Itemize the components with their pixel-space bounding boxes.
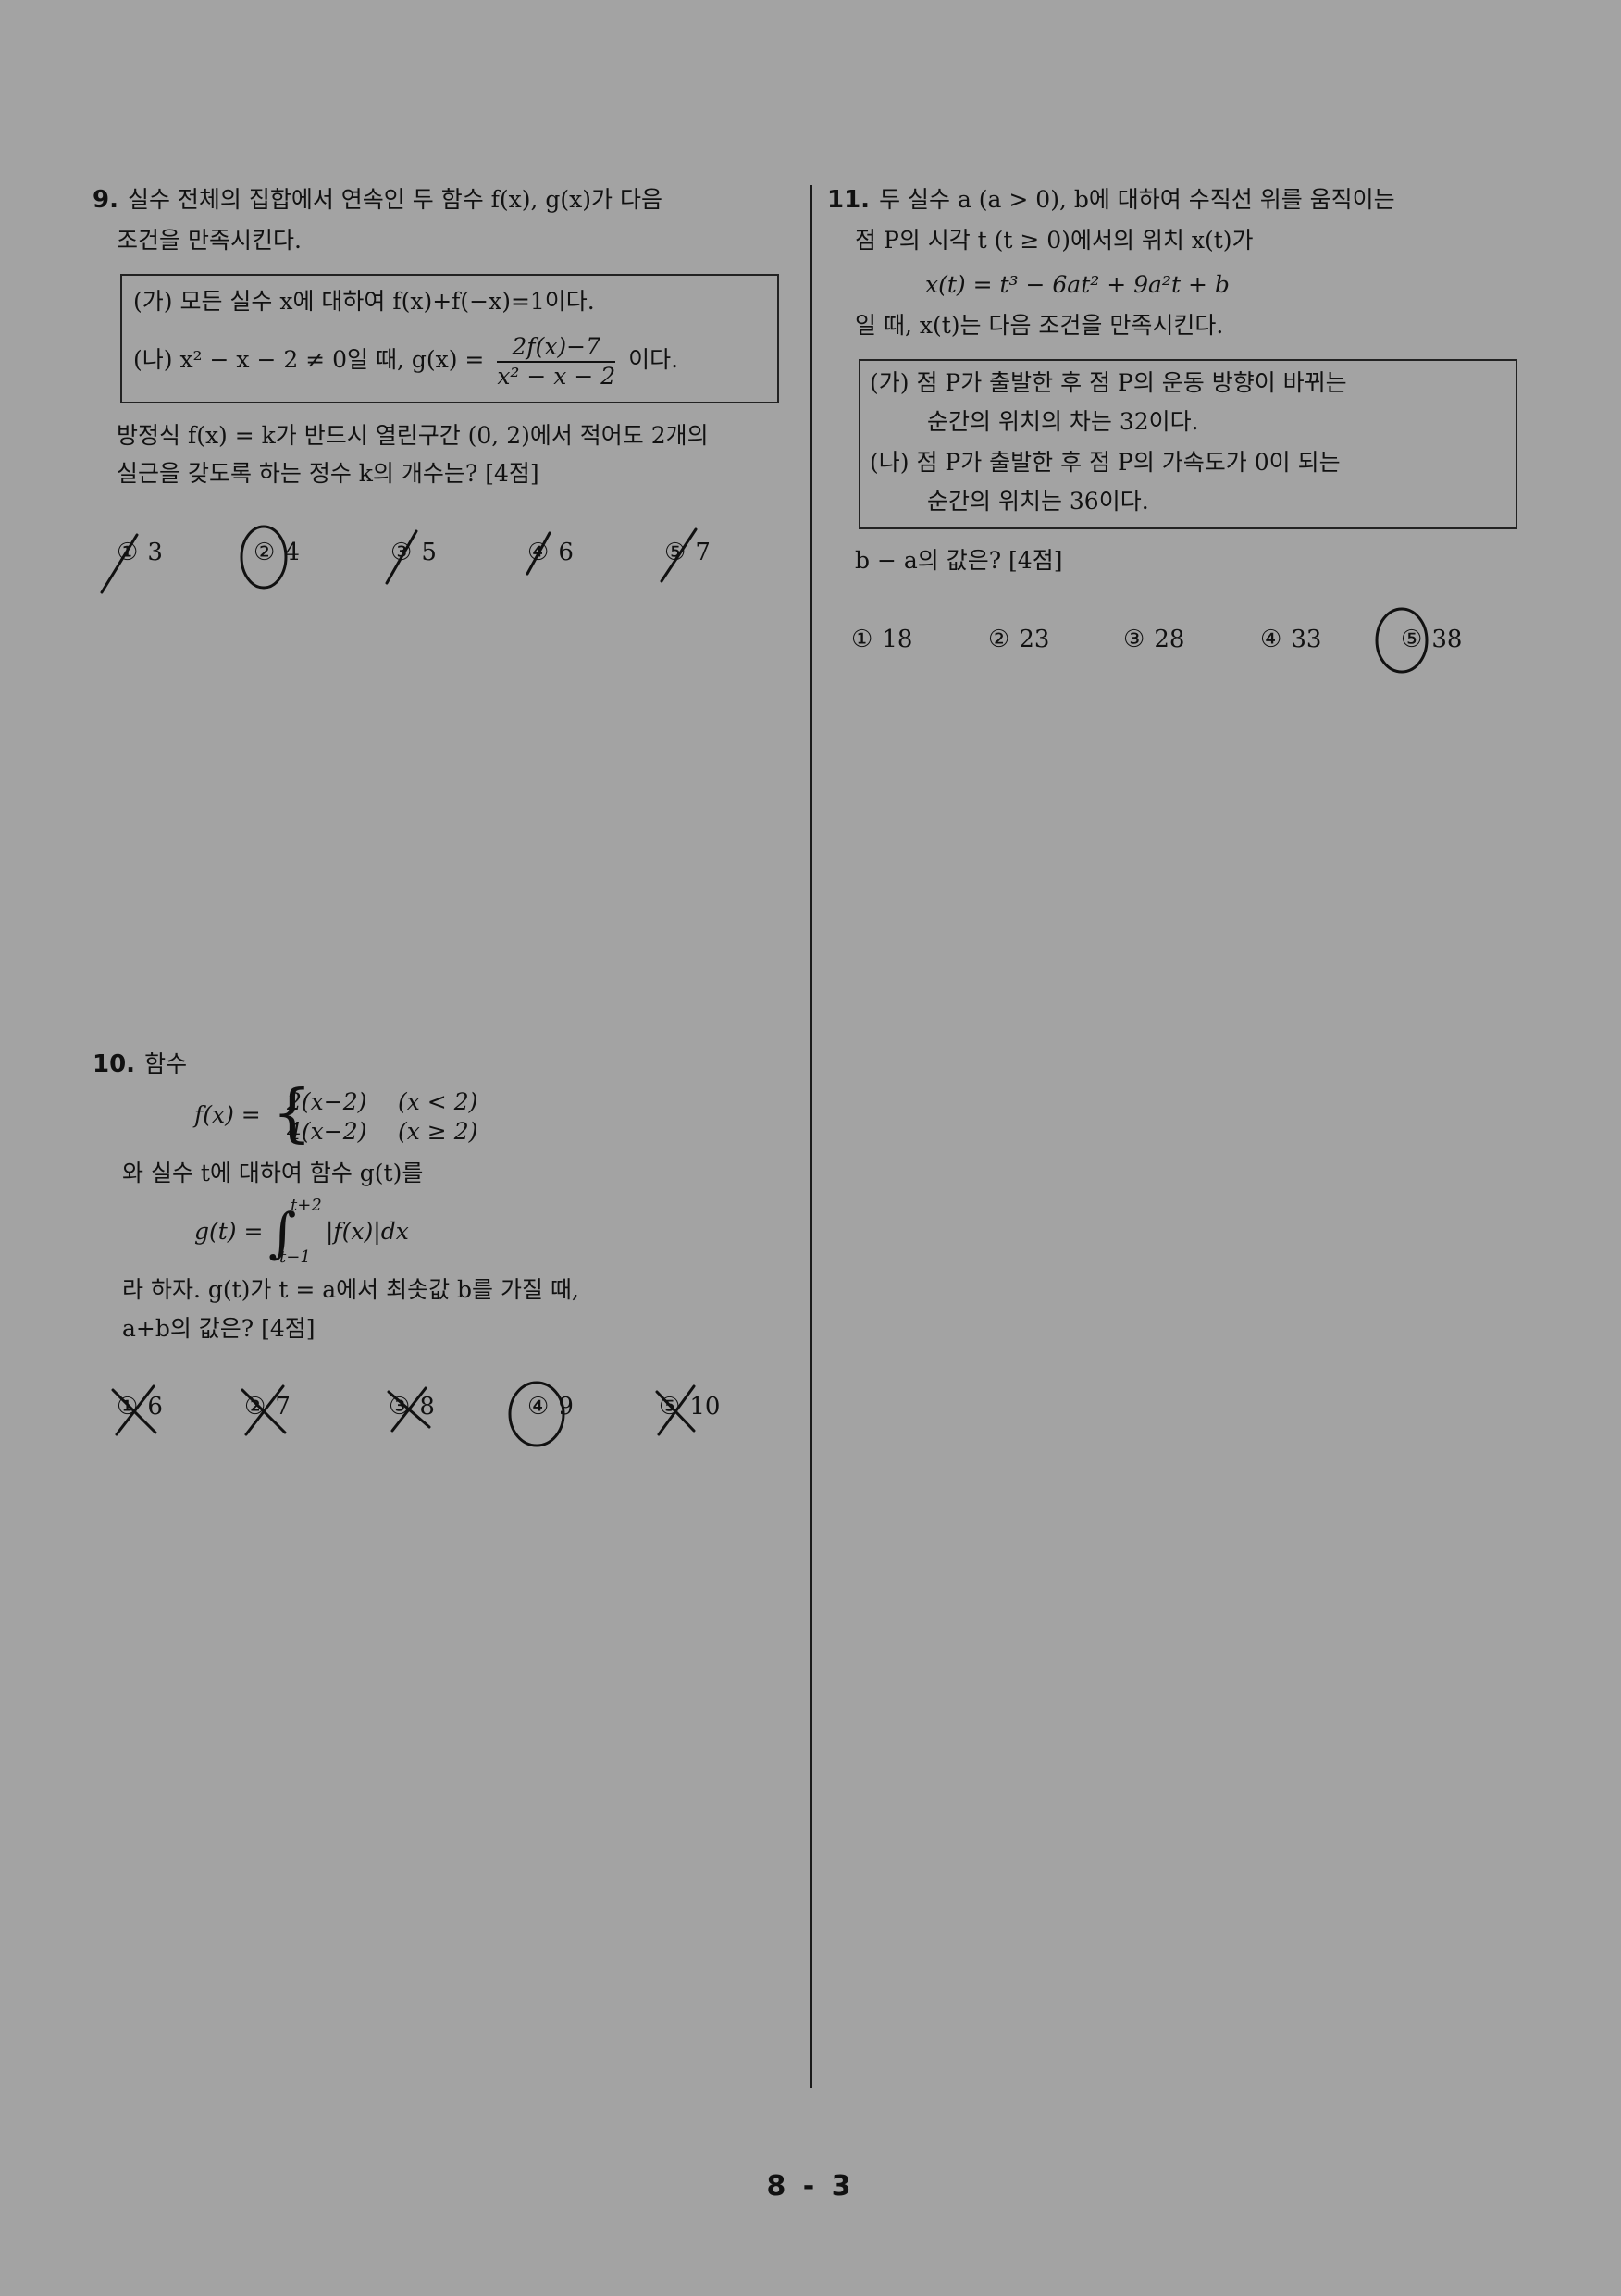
q11-condition-a1: (가) 점 P가 출발한 후 점 P의 운동 방향이 바뀌는 [870,369,1347,396]
choice-mark: ② [244,1393,266,1421]
q9-fraction-denominator: x² − x − 2 [497,362,616,390]
q9-text-1: 실수 전체의 집합에서 연속인 두 함수 f(x), g(x)가 다음 [127,186,662,213]
q10-choice-2[interactable]: ②7 [244,1393,291,1421]
q9-choice-2[interactable]: ②4 [254,539,300,566]
q9-choices: ①3 ②4 ③5 ④6 ⑤7 [117,539,764,576]
q10-case2-cond: (x ≥ 2) [398,1118,478,1145]
q9-condition-b-lhs: (나) x² − x − 2 ≠ 0일 때, g(x) = [133,346,485,373]
q11-condition-a2: 순간의 위치의 차는 32이다. [927,408,1199,435]
q9-condition-box: (가) 모든 실수 x에 대하여 f(x)+f(−x)=1이다. (나) x² … [120,274,779,403]
choice-mark: ③ [390,539,413,566]
choice-value: 3 [147,539,163,566]
q11-number: 11. [827,186,871,214]
choice-value: 33 [1291,626,1322,653]
q9-condition-a: (가) 모든 실수 x에 대하여 f(x)+f(−x)=1이다. [133,288,595,315]
q9-number: 9. [93,186,118,214]
q11-choice-5[interactable]: ⑤ 38 [1401,626,1462,653]
choice-mark: ① [117,539,139,566]
q9-choice-4[interactable]: ④6 [527,539,574,566]
q11-choice-4[interactable]: ④ 33 [1260,626,1321,653]
q11-condition-b2: 순간의 위치는 36이다. [927,488,1149,515]
choice-value: 6 [147,1393,163,1421]
choice-value: 7 [695,539,711,566]
q9-condition-b-tail: 이다. [628,346,679,373]
column-divider [810,185,812,2088]
choice-mark: ③ [1123,626,1145,653]
q11-line1: 11. 두 실수 a (a > 0), b에 대하여 수직선 위를 움직이는 [827,185,1395,215]
choice-mark: ② [988,626,1010,653]
q10-g-lhs: g(t) = [194,1218,264,1245]
q10-piecewise-f: f(x) = { 2(x−2) (x < 2) 4(x−2) (x ≥ 2) [194,1083,509,1149]
choice-mark: ④ [527,1393,550,1421]
choice-mark: ① [117,1393,139,1421]
q9-question-1: 방정식 f(x) = k가 반드시 열린구간 (0, 2)에서 적어도 2개의 [117,422,709,449]
q11-line3: 일 때, x(t)는 다음 조건을 만족시킨다. [855,312,1224,339]
q9-fraction-numerator: 2f(x)−7 [497,333,616,363]
choice-value: 5 [421,539,437,566]
q10-title: 함수 [144,1050,188,1077]
choice-value: 10 [689,1393,721,1421]
choice-value: 8 [419,1393,435,1421]
q11-condition-b1: (나) 점 P가 출발한 후 점 P의 가속도가 0이 되는 [870,449,1341,476]
q10-choice-4[interactable]: ④9 [527,1393,574,1421]
q10-number: 10. [93,1050,136,1078]
choice-mark: ⑤ [664,539,687,566]
choice-value: 38 [1431,626,1463,653]
choice-mark: ⑤ [659,1393,681,1421]
choice-value: 7 [275,1393,291,1421]
choice-mark: ③ [389,1393,411,1421]
q9-question-2: 실근을 갖도록 하는 정수 k의 개수는? [4점] [117,460,539,487]
q9-choice-3[interactable]: ③5 [390,539,437,566]
choice-mark: ⑤ [1401,626,1423,653]
q11-choices: ① 18 ② 23 ③ 28 ④ 33 ⑤ 38 [851,626,1517,663]
q11-question: b − a의 값은? [4점] [855,547,1063,574]
q9-fraction: 2f(x)−7 x² − x − 2 [497,333,616,391]
q10-line-let: 라 하자. g(t)가 t = a에서 최솟값 b를 가질 때, [122,1276,579,1303]
q9-choice-5[interactable]: ⑤7 [664,539,711,566]
q11-choice-3[interactable]: ③ 28 [1123,626,1184,653]
q10-case1-cond: (x < 2) [398,1088,478,1115]
choice-value: 6 [558,539,574,566]
q10-int-body: |f(x)|dx [326,1218,409,1245]
q10-choice-5[interactable]: ⑤ 10 [659,1393,720,1421]
q10-case2-expr: 4(x−2) [287,1118,367,1145]
q11-choice-1[interactable]: ① 18 [851,626,912,653]
q11-condition-box: (가) 점 P가 출발한 후 점 P의 운동 방향이 바뀌는 순간의 위치의 차… [859,359,1517,529]
q10-integral: g(t) = ∫ t+2 t−1 |f(x)|dx [194,1196,472,1270]
q10-choice-3[interactable]: ③8 [389,1393,435,1421]
q11-formula: x(t) = t³ − 6at² + 9a²t + b [925,271,1230,298]
q9-condition-b: (나) x² − x − 2 ≠ 0일 때, g(x) = 2f(x)−7 x²… [133,328,678,392]
choice-value: 28 [1154,626,1185,653]
choice-mark: ④ [1260,626,1282,653]
page-number: 8 - 3 [766,2170,855,2203]
q9-line2: 조건을 만족시킨다. [117,227,302,254]
exam-page: 9. 실수 전체의 집합에서 연속인 두 함수 f(x), g(x)가 다음 조건… [0,0,1621,2296]
q10-int-upper: t+2 [291,1196,322,1215]
q10-case1-expr: 2(x−2) [287,1088,367,1115]
q9-choice-1[interactable]: ①3 [117,539,163,566]
choice-value: 23 [1019,626,1050,653]
q10-line-question: a+b의 값은? [4점] [122,1315,316,1342]
q11-choice-2[interactable]: ② 23 [988,626,1049,653]
q10-choice-1[interactable]: ①6 [117,1393,163,1421]
q10-f-lhs: f(x) = [194,1101,261,1128]
q11-text-1: 두 실수 a (a > 0), b에 대하여 수직선 위를 움직이는 [879,186,1395,213]
choice-mark: ② [254,539,276,566]
q10-int-lower: t−1 [279,1247,311,1267]
q9-line1: 9. 실수 전체의 집합에서 연속인 두 함수 f(x), g(x)가 다음 [93,185,662,215]
choice-mark: ④ [527,539,550,566]
choice-value: 18 [882,626,913,653]
choice-mark: ① [851,626,873,653]
q10-line-and: 와 실수 t에 대하여 함수 g(t)를 [122,1160,424,1186]
q10-title-line: 10. 함수 [93,1049,187,1079]
q10-choices: ①6 ②7 ③8 ④9 ⑤ 10 [117,1393,764,1430]
q11-line2: 점 P의 시각 t (t ≥ 0)에서의 위치 x(t)가 [855,227,1254,254]
choice-value: 9 [558,1393,574,1421]
choice-value: 4 [284,539,300,566]
